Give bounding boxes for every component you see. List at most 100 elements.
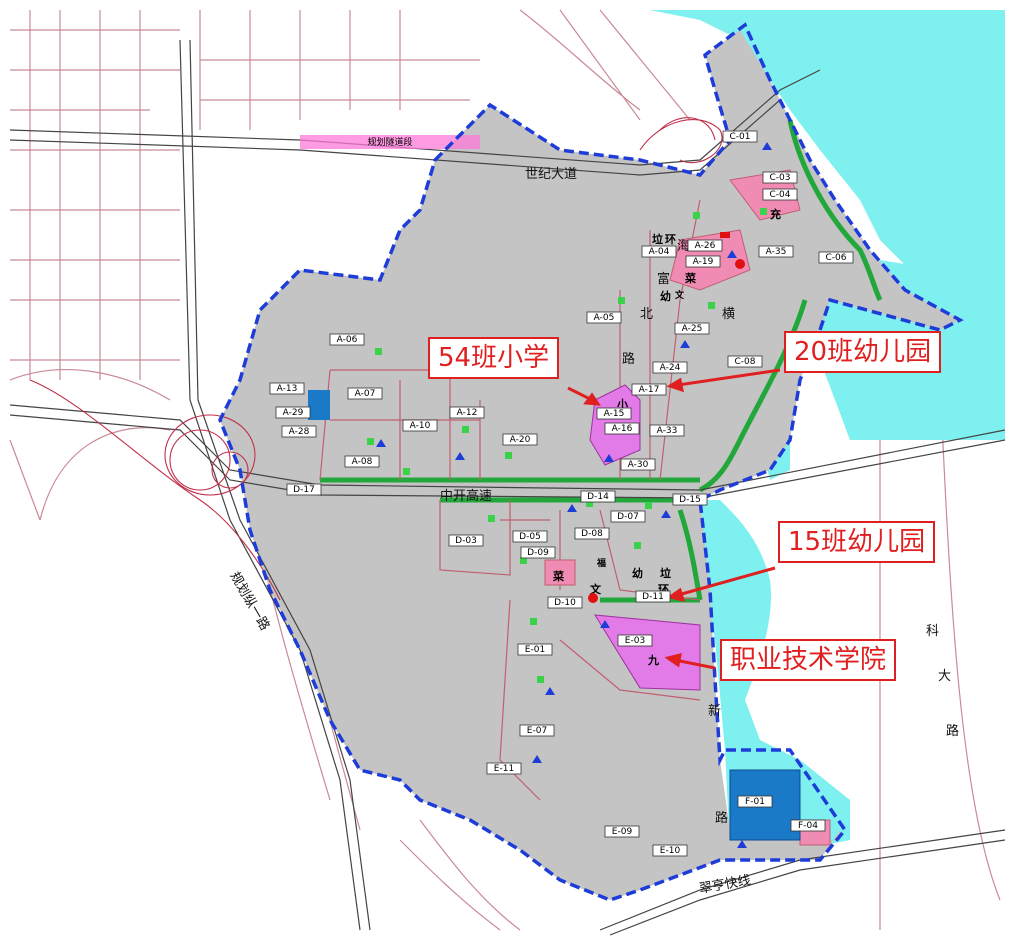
svg-text:D-08: D-08 <box>581 529 603 539</box>
parcel-label-d-08: D-08 <box>574 527 610 540</box>
svg-text:A-30: A-30 <box>628 460 649 470</box>
svg-text:A-17: A-17 <box>639 385 660 395</box>
svg-text:A-13: A-13 <box>277 384 298 394</box>
parcel-label-a-19: A-19 <box>685 255 721 268</box>
parcel-label-a-25: A-25 <box>674 322 710 335</box>
road-label-heng: 横 <box>722 307 735 322</box>
parcel-label-a-12: A-12 <box>449 406 485 419</box>
parcel-label-a-24: A-24 <box>652 361 688 374</box>
facility-huan: 环 <box>665 233 676 246</box>
parcel-label-a-04: A-04 <box>641 245 677 258</box>
parcel-label-c-06: C-06 <box>818 251 854 264</box>
annotation-kindergarten-15: 15班幼儿园 <box>778 521 936 563</box>
parcel-label-c-04: C-04 <box>762 188 798 201</box>
parcel-label-f-01: F-01 <box>737 795 773 808</box>
parcel-label-a-13: A-13 <box>269 382 305 395</box>
svg-text:A-07: A-07 <box>355 389 376 399</box>
parcel-label-e-09: E-09 <box>604 825 640 838</box>
svg-text:A-25: A-25 <box>682 324 703 334</box>
svg-text:C-01: C-01 <box>730 132 751 142</box>
facility-la: 垃 <box>652 232 663 246</box>
parcel-label-c-08: C-08 <box>727 355 763 368</box>
svg-text:D-05: D-05 <box>519 532 541 542</box>
svg-text:C-04: C-04 <box>770 190 791 200</box>
parcel-label-e-01: E-01 <box>517 643 553 656</box>
road-label-zhongkai: 中开高速 <box>440 488 492 504</box>
svg-text:D-11: D-11 <box>642 592 664 602</box>
road-label-da: 大 <box>938 669 951 684</box>
parcel-label-a-35: A-35 <box>758 245 794 258</box>
road-label-xin: 新 <box>708 703 721 719</box>
facility-fu: 福 <box>596 557 606 569</box>
parcel-label-a-28: A-28 <box>281 425 317 438</box>
parcel-label-e-11: E-11 <box>486 762 522 775</box>
facility-you-2: 幼 <box>632 566 643 580</box>
svg-text:A-15: A-15 <box>604 409 625 419</box>
svg-text:A-35: A-35 <box>766 247 787 257</box>
parcel-label-d-09: D-09 <box>520 546 556 559</box>
facility-chong: 充 <box>770 207 781 221</box>
parcel-label-e-10: E-10 <box>652 844 688 857</box>
parcel-label-d-05: D-05 <box>512 530 548 543</box>
parcel-label-a-07: A-07 <box>347 387 383 400</box>
planning-map: 规划隧道段 世纪大道 中开高速 翠亨快线 规划纵一路 北 横 新 路 科 大 路… <box>0 0 1009 936</box>
parcel-label-a-05: A-05 <box>586 311 622 324</box>
svg-text:A-04: A-04 <box>649 247 670 257</box>
facility-la-2: 垃 <box>660 566 671 580</box>
svg-text:D-10: D-10 <box>554 598 576 608</box>
parcel-label-a-10: A-10 <box>402 419 438 432</box>
svg-text:A-12: A-12 <box>457 408 478 418</box>
svg-text:A-33: A-33 <box>657 426 678 436</box>
svg-text:D-17: D-17 <box>293 485 315 495</box>
svg-text:E-11: E-11 <box>494 764 514 774</box>
facility-wen: 文 <box>674 289 685 301</box>
svg-text:A-29: A-29 <box>283 408 304 418</box>
svg-text:E-03: E-03 <box>625 636 645 646</box>
parcel-label-a-17: A-17 <box>631 383 667 396</box>
svg-text:A-08: A-08 <box>352 457 373 467</box>
road-label-fu: 富 <box>657 271 670 287</box>
utility-block-a13 <box>308 390 330 420</box>
road-label-bei: 北 <box>640 307 653 322</box>
parcel-label-e-03: E-03 <box>617 634 653 647</box>
svg-text:A-26: A-26 <box>695 241 716 251</box>
facility-cai-2: 菜 <box>552 569 565 583</box>
parcel-label-a-16: A-16 <box>604 422 640 435</box>
svg-text:D-03: D-03 <box>455 536 477 546</box>
facility-you: 幼 <box>660 289 671 303</box>
road-label-ke: 科 <box>926 624 939 639</box>
annotation-vocational-college: 职业技术学院 <box>720 639 897 681</box>
parcel-label-d-14: D-14 <box>580 490 616 503</box>
parcel-label-f-04: F-04 <box>790 819 826 832</box>
parcel-label-a-26: A-26 <box>687 239 723 252</box>
parcel-label-c-03: C-03 <box>762 171 798 184</box>
svg-text:A-05: A-05 <box>594 313 615 323</box>
svg-text:E-09: E-09 <box>612 827 633 837</box>
svg-text:A-10: A-10 <box>410 421 431 431</box>
parcel-label-d-03: D-03 <box>448 534 484 547</box>
svg-text:E-01: E-01 <box>525 645 545 655</box>
parcel-label-a-29: A-29 <box>275 406 311 419</box>
svg-text:D-09: D-09 <box>527 548 549 558</box>
road-label-lu-1: 路 <box>622 351 635 367</box>
svg-text:E-10: E-10 <box>660 846 681 856</box>
parcel-label-e-07: E-07 <box>519 724 555 737</box>
parcel-label-a-08: A-08 <box>344 455 380 468</box>
parcel-label-a-15: A-15 <box>596 407 632 420</box>
svg-text:D-07: D-07 <box>617 512 639 522</box>
road-label-lu-2: 路 <box>715 810 728 826</box>
parcel-label-a-30: A-30 <box>620 458 656 471</box>
svg-text:A-06: A-06 <box>337 335 358 345</box>
svg-text:E-07: E-07 <box>527 726 547 736</box>
map-canvas: 规划隧道段 世纪大道 中开高速 翠亨快线 规划纵一路 北 横 新 路 科 大 路… <box>9 9 1006 936</box>
parcel-label-a-20: A-20 <box>502 433 538 446</box>
annotation-kindergarten-20: 20班幼儿园 <box>784 331 942 373</box>
svg-text:F-04: F-04 <box>798 821 818 831</box>
parcel-label-c-01: C-01 <box>722 130 758 143</box>
road-label-shiji: 世纪大道 <box>525 167 577 182</box>
road-label-lu-3: 路 <box>946 723 959 739</box>
svg-text:A-28: A-28 <box>289 427 310 437</box>
parcel-label-a-06: A-06 <box>329 333 365 346</box>
annotation-primary-school: 54班小学 <box>428 337 560 379</box>
parcel-label-d-11: D-11 <box>635 590 671 603</box>
